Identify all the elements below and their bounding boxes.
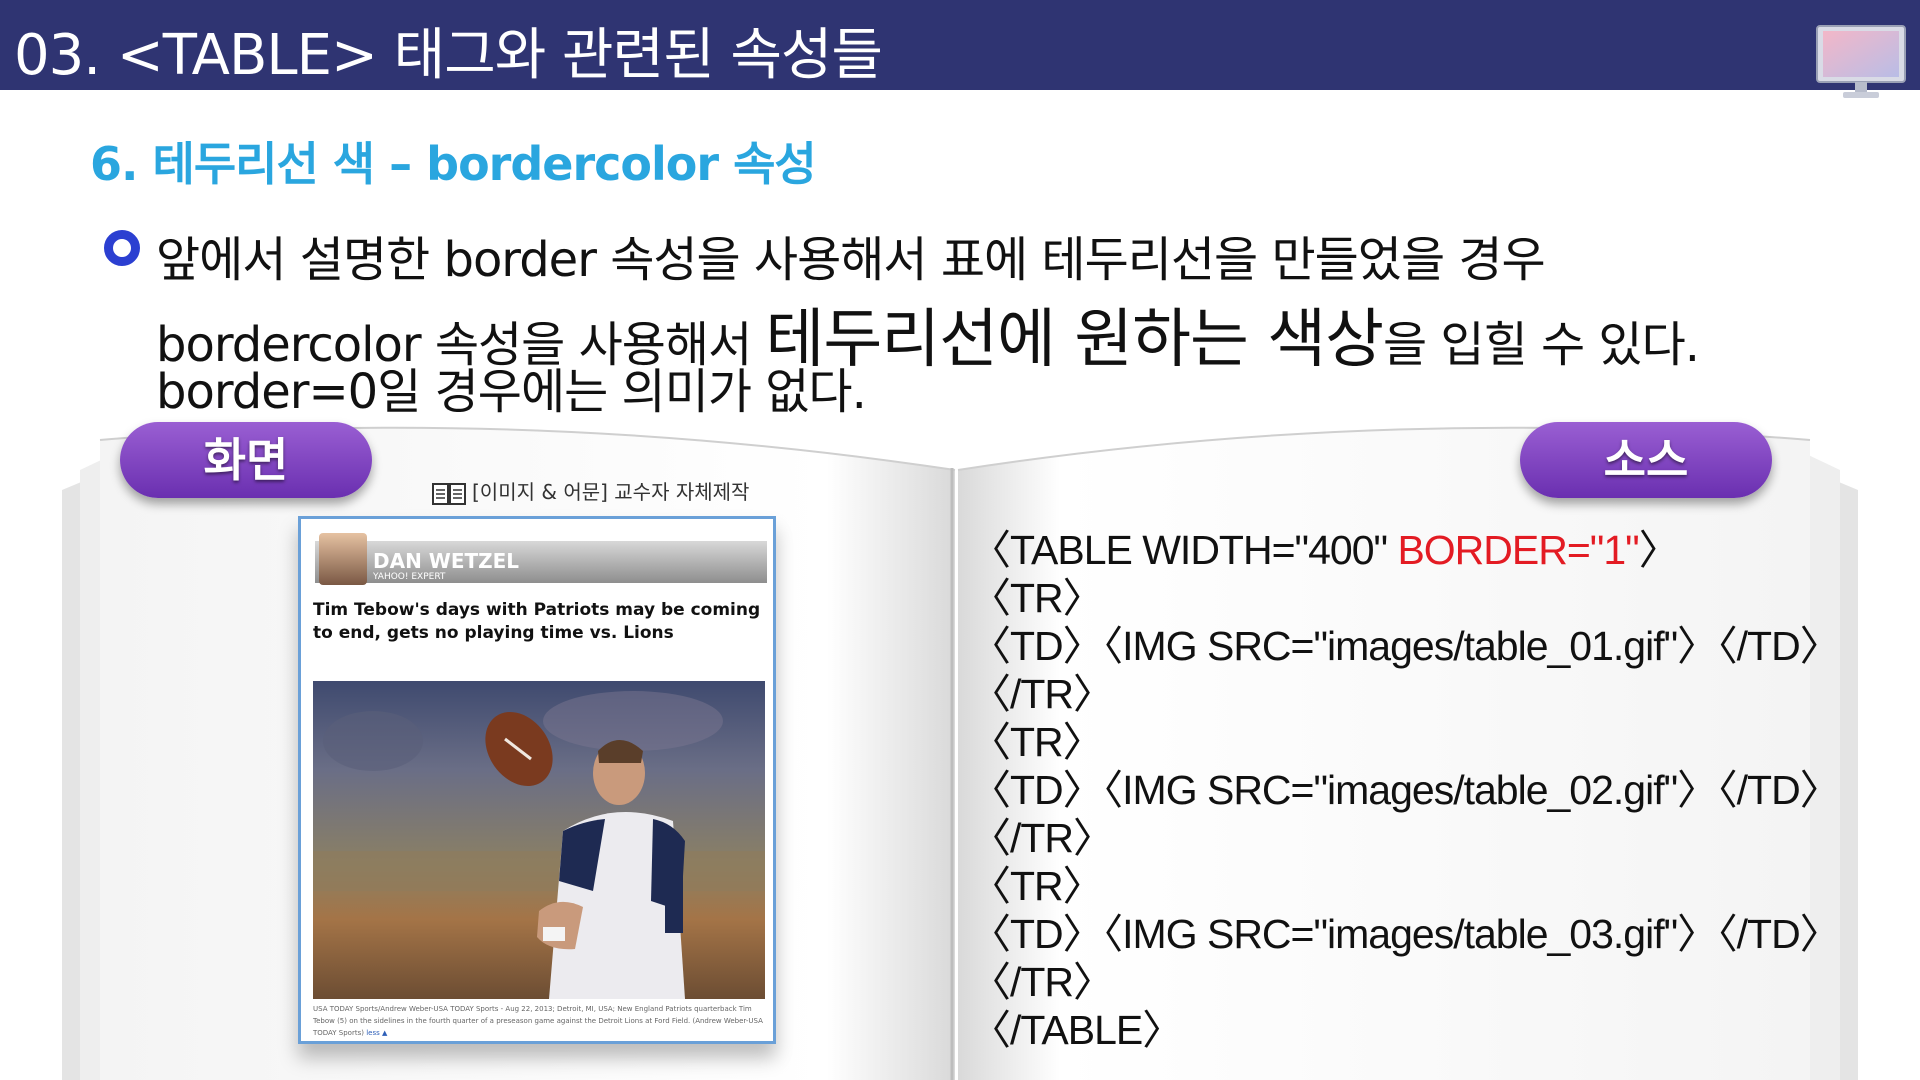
author-name: DAN WETZEL	[373, 549, 520, 573]
article-photo	[313, 681, 765, 999]
code-line-2: 〈TR〉	[970, 575, 1104, 621]
attribution-text: [이미지 & 어문] 교수자 자체제작	[472, 480, 750, 504]
image-attribution: [이미지 & 어문] 교수자 자체제작	[432, 476, 749, 506]
code-line-5: 〈TR〉	[970, 719, 1104, 765]
screen-preview: DAN WETZEL YAHOO! EXPERT Tim Tebow's day…	[298, 516, 776, 1044]
author-avatar	[319, 533, 367, 585]
author-label: YAHOO! EXPERT	[373, 572, 446, 582]
article-headline: Tim Tebow's days with Patriots may be co…	[313, 600, 761, 643]
source-code: 〈TABLE WIDTH="400" BORDER="1"〉 〈TR〉 〈TD〉…	[970, 526, 1841, 1054]
code-line-4: 〈/TR〉	[970, 671, 1114, 717]
tab-screen: 화면	[120, 422, 372, 498]
code-line-9: 〈TD〉〈IMG SRC="images/table_03.gif"〉〈/TD〉	[970, 911, 1841, 957]
football-player-photo	[313, 691, 765, 999]
code-line-1-end: 〉	[1638, 527, 1680, 573]
code-line-1: 〈TABLE WIDTH="400" BORDER="1"〉	[970, 526, 1840, 574]
book-icon	[432, 482, 466, 505]
code-line-8: 〈TR〉	[970, 863, 1104, 909]
code-line-7: 〈/TR〉	[970, 815, 1114, 861]
code-line-10: 〈/TR〉	[970, 959, 1114, 1005]
code-line-6: 〈TD〉〈IMG SRC="images/table_02.gif"〉〈/TD〉	[970, 767, 1841, 813]
code-line-1-start: 〈TABLE WIDTH="400"	[970, 527, 1398, 573]
caption-less-link[interactable]: less ▲	[366, 1029, 387, 1037]
tab-source: 소스	[1520, 422, 1772, 498]
code-line-11: 〈/TABLE〉	[970, 1007, 1183, 1053]
code-line-1-highlight: BORDER="1"	[1397, 527, 1639, 573]
photo-caption: USA TODAY Sports/Andrew Weber-USA TODAY …	[313, 1003, 765, 1039]
code-line-3: 〈TD〉〈IMG SRC="images/table_01.gif"〉〈/TD〉	[970, 623, 1841, 669]
